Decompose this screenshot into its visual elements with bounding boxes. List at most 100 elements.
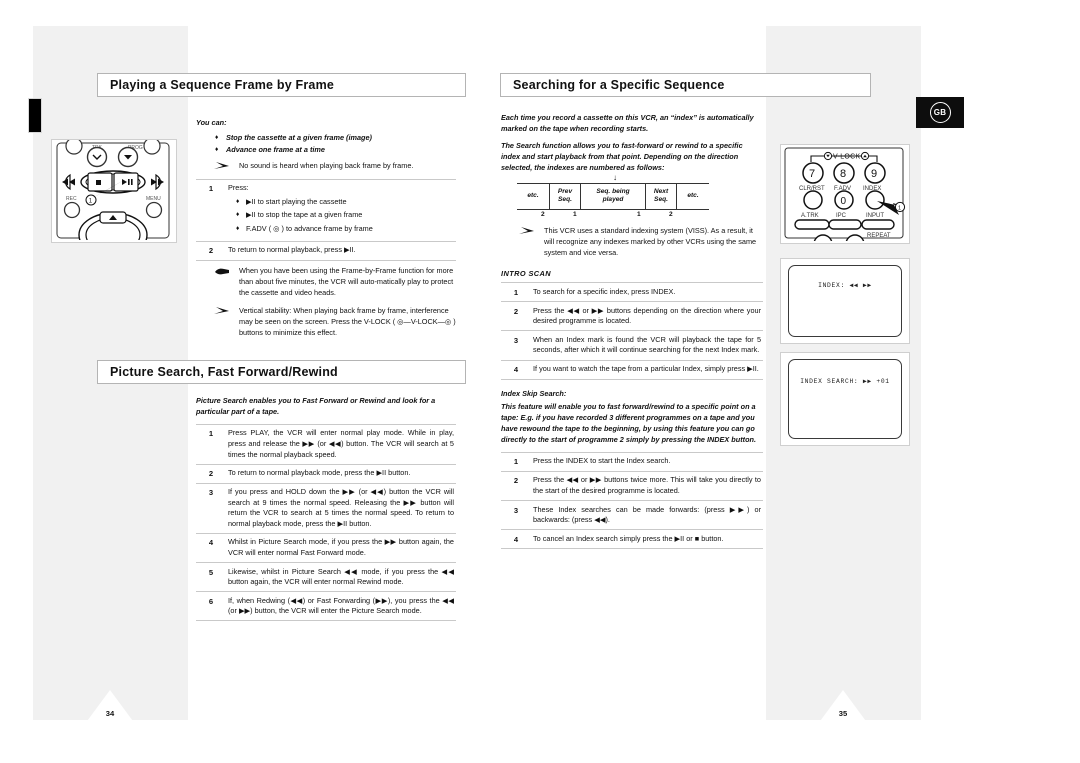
arrow-note-icon [214, 306, 232, 339]
heading-picture-search: Picture Search, Fast Forward/Rewind [97, 360, 466, 384]
current-position-pointer: ↓ [613, 172, 617, 182]
svg-text:0: 0 [841, 196, 847, 207]
subheading-index-skip-search: Index Skip Search: [501, 388, 567, 398]
step-number: 4 [513, 365, 519, 375]
heading-playing-sequence-frame-by-frame: Playing a Sequence Frame by Frame [97, 73, 466, 97]
steps-frame-by-frame: 1 Press: ▶II to start playing the casset… [196, 179, 456, 261]
note-text: No sound is heard when playing back fram… [239, 160, 414, 170]
osd-frame [788, 265, 902, 337]
step-number: 1 [513, 287, 519, 297]
tip-text: When you have been using the Frame-by-Fr… [239, 265, 454, 297]
step-text: Press: [228, 183, 249, 193]
index-number: 2 [669, 210, 673, 218]
step-number: 2 [208, 469, 214, 479]
table-row: 2 Press the ◀◀ or ▶▶ buttons depending o… [501, 301, 763, 331]
list-item: Advance one frame at a time [215, 145, 456, 156]
svg-text:MENU: MENU [146, 196, 161, 202]
step-sub-list: ▶II to start playing the cassette ▶II to… [228, 197, 454, 235]
osd-frame [788, 359, 902, 439]
table-row: 1 To search for a specific index, press … [501, 282, 763, 302]
index-number: 1 [573, 210, 577, 218]
picture-search-lead: Picture Search enables you to Fast Forwa… [196, 396, 436, 416]
table-row: 1 Press the INDEX to start the Index sea… [501, 452, 763, 471]
remote-control-illustration-right: V-LOCK 7 8 9 CLR/RST F.ADV INDEX 0 1 A.T… [780, 144, 910, 244]
step-body: Press: ▶II to start playing the cassette… [224, 179, 456, 241]
subheading-intro-scan: INTRO SCAN [501, 268, 551, 278]
table-row: 4 If you want to watch the tape from a p… [501, 360, 763, 380]
svg-text:9: 9 [871, 168, 877, 180]
step-body: If you want to watch the tape from a par… [533, 364, 759, 374]
language-badge-label: GB [929, 102, 951, 123]
left-column-section1: You can: Stop the cassette at a given fr… [196, 118, 456, 346]
svg-text:V-LOCK: V-LOCK [833, 153, 861, 160]
step-body: Press PLAY, the VCR will enter normal pl… [228, 428, 454, 459]
index-order-diagram: ↓ etc. Prev Seq. Seq. being played Next … [517, 173, 709, 221]
step-body: To cancel an Index search simply press t… [533, 533, 724, 543]
arrow-note-icon [214, 161, 232, 172]
svg-text:7: 7 [809, 168, 815, 180]
list-item: Stop the cassette at a given frame (imag… [215, 133, 456, 144]
cell-seq-being-played: Seq. being played [579, 182, 647, 210]
osd-text: INDEX SEARCH: ▶▶ +01 [800, 377, 890, 385]
table-row: 6 If, when Redwing (◀◀) or Fast Forwardi… [196, 591, 456, 621]
step-body: These Index searches can be made forward… [533, 504, 761, 525]
osd-text: INDEX: ◀◀ ▶▶ [818, 281, 872, 289]
table-row: 2 Press the ◀◀ or ▶▶ buttons twice more.… [501, 471, 763, 500]
svg-text:INPUT: INPUT [866, 213, 884, 219]
index-number: 2 [541, 210, 545, 218]
step-number: 3 [513, 505, 519, 515]
language-badge: GB [916, 97, 964, 128]
heading-searching-specific-sequence: Searching for a Specific Sequence [500, 73, 871, 97]
step-body: Press the ◀◀ or ▶▶ buttons twice more. T… [533, 475, 761, 495]
page-number-value: 34 [105, 709, 115, 718]
steps-intro-scan: 1 To search for a specific index, press … [501, 282, 763, 380]
index-order-table: etc. Prev Seq. Seq. being played Next Se… [517, 182, 709, 210]
step-number: 4 [513, 534, 519, 544]
step-body: If, when Redwing (◀◀) or Fast Forwarding… [228, 595, 454, 616]
step-body: Press the INDEX to start the Index searc… [533, 456, 671, 466]
step-number: 4 [208, 538, 214, 548]
pointing-hand-icon [214, 266, 232, 299]
osd-screen-index-search: INDEX SEARCH: ▶▶ +01 [780, 352, 910, 446]
cell-prev-seq: Prev Seq. [549, 182, 581, 210]
tip-text: Vertical stability: When playing back fr… [239, 305, 456, 337]
steps-index-skip-search: 1 Press the INDEX to start the Index sea… [501, 452, 763, 549]
table-row: 4 To cancel an Index search simply press… [501, 529, 763, 549]
steps-picture-search: 1 Press PLAY, the VCR will enter normal … [196, 424, 456, 622]
tip-frame-by-frame-timeout: When you have been using the Frame-by-Fr… [196, 266, 456, 299]
svg-text:8: 8 [840, 168, 846, 180]
svg-text:REC: REC [66, 196, 77, 202]
svg-text:1: 1 [898, 205, 901, 211]
index-skip-lead: This feature will enable you to fast for… [501, 402, 757, 444]
list-item: ▶II to start playing the cassette [236, 197, 454, 208]
step-body: To return to normal playback mode, press… [228, 468, 411, 478]
svg-text:REPEAT: REPEAT [867, 233, 891, 239]
step-body: If you press and HOLD down the ▶▶ (or ◀◀… [228, 487, 454, 528]
step-body: To return to normal playback, press ▶II. [228, 245, 356, 255]
left-column-section2: Picture Search enables you to Fast Forwa… [196, 396, 456, 621]
capability-bullet-list: Stop the cassette at a given frame (imag… [196, 133, 456, 156]
list-item: ▶II to stop the tape at a given frame [236, 210, 454, 221]
list-item: F.ADV ( ◎ ) to advance frame by frame [236, 224, 454, 235]
step-number: 3 [208, 488, 214, 498]
table-row: 1 Press PLAY, the VCR will enter normal … [196, 424, 456, 464]
table-row: etc. Prev Seq. Seq. being played Next Se… [517, 182, 709, 210]
step-body: Press the ◀◀ or ▶▶ buttons depending on … [533, 305, 761, 326]
step-number: 2 [208, 246, 214, 256]
step-number: 5 [208, 567, 214, 577]
table-row: 3 When an Index mark is found the VCR wi… [501, 330, 763, 360]
step-body: When an Index mark is found the VCR will… [533, 334, 761, 355]
arrow-note-icon [519, 226, 537, 259]
step-body: Whilst in Picture Search mode, if you pr… [228, 537, 454, 557]
step-body: To search for a specific index, press IN… [533, 286, 676, 296]
cell-etc-right: etc. [676, 182, 709, 210]
step-number: 2 [513, 306, 519, 316]
index-number-row: 2 1 1 2 [517, 210, 709, 221]
page-number-left: 34 [79, 690, 141, 732]
step-number: 1 [208, 429, 214, 439]
table-row: 2 To return to normal playback mode, pre… [196, 464, 456, 483]
table-row: 3 If you press and HOLD down the ▶▶ (or … [196, 483, 456, 533]
step-number: 2 [513, 476, 519, 486]
remote-control-illustration-left: TRK PROG 1 REC MENU [51, 139, 177, 243]
index-number: 1 [637, 210, 641, 218]
